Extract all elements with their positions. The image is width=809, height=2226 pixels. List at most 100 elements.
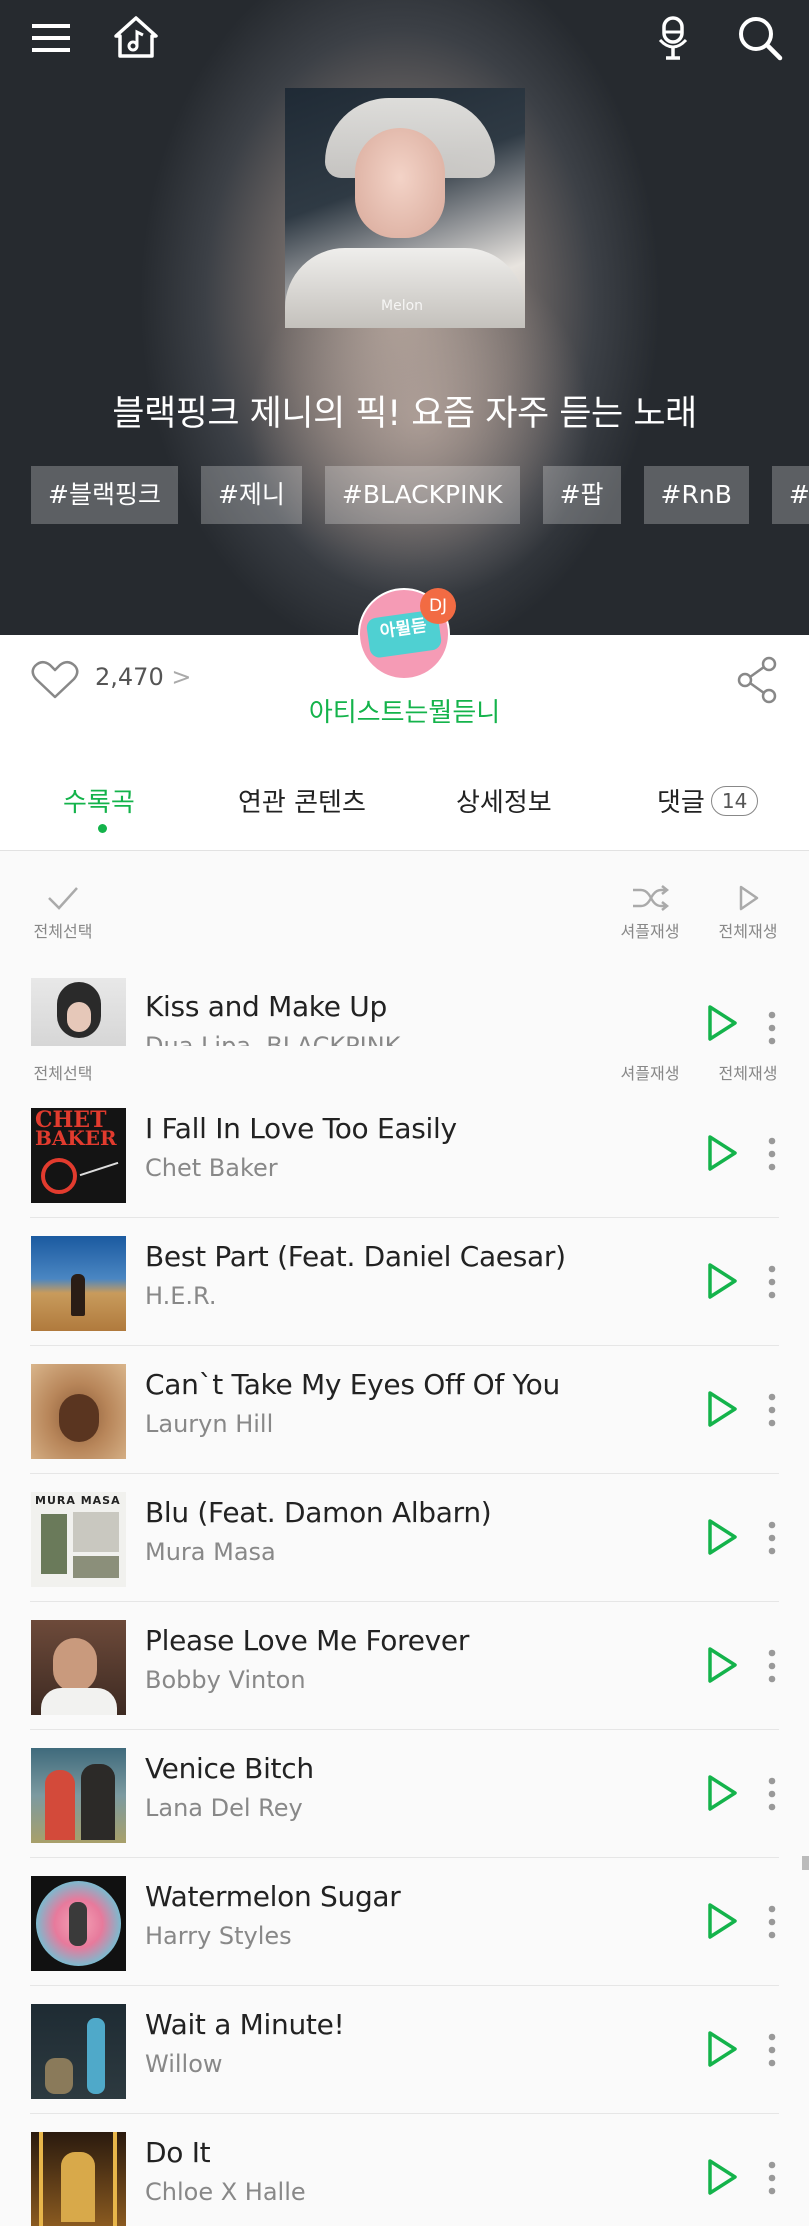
more-options-icon[interactable] — [764, 1392, 780, 1428]
tag-chip[interactable]: #블랙핑크 — [31, 466, 178, 524]
album-thumbnail: MURA MASA — [31, 1492, 126, 1587]
tab-comments[interactable]: 댓글 14 — [657, 782, 759, 819]
thumb-text: MURA MASA — [35, 1494, 121, 1507]
playlist-hero: Melon 블랙핑크 제니의 픽! 요즘 자주 듣는 노래 #블랙핑크 #제니 #B… — [0, 0, 809, 635]
play-icon[interactable] — [705, 1134, 739, 1172]
album-thumbnail — [31, 2132, 126, 2226]
track-row[interactable]: Wait a Minute! Willow — [0, 1986, 809, 2114]
track-artist: Mura Masa — [145, 1538, 276, 1566]
track-row[interactable]: Can`t Take My Eyes Off Of You Lauryn Hil… — [0, 1346, 809, 1474]
track-row[interactable]: Please Love Me Forever Bobby Vinton — [0, 1602, 809, 1730]
track-title: Do It — [145, 2136, 211, 2169]
tag-chip[interactable]: #sou — [771, 466, 809, 524]
more-options-icon[interactable] — [764, 1648, 780, 1684]
more-options-icon[interactable] — [764, 1264, 780, 1300]
track-title: Blu (Feat. Damon Albarn) — [145, 1496, 492, 1529]
track-artist: Willow — [145, 2050, 223, 2078]
music-home-icon[interactable] — [108, 10, 164, 66]
track-artist: Chloe X Halle — [145, 2178, 306, 2206]
album-thumbnail — [31, 978, 126, 1048]
album-thumbnail — [31, 1364, 126, 1459]
play-icon[interactable] — [705, 2158, 739, 2196]
tab-tracks[interactable]: 수록곡 — [63, 782, 135, 819]
play-icon[interactable] — [705, 1390, 739, 1428]
track-title: Venice Bitch — [145, 1752, 314, 1785]
shuffle-play-label: 셔플재생 — [620, 922, 680, 941]
album-thumbnail — [31, 1236, 126, 1331]
track-title: Can`t Take My Eyes Off Of You — [145, 1368, 560, 1401]
album-thumbnail — [31, 1620, 126, 1715]
tag-chip[interactable]: #RnB — [643, 466, 749, 524]
play-icon[interactable] — [705, 1646, 739, 1684]
dj-avatar[interactable]: 아뮐듣 DJ — [358, 588, 456, 680]
search-icon[interactable] — [732, 10, 788, 66]
play-all-button[interactable]: 전체재생 — [710, 1060, 786, 1084]
album-thumbnail — [31, 2004, 126, 2099]
album-thumbnail: CHET BAKER — [31, 1108, 126, 1203]
scroll-indicator[interactable] — [802, 1856, 809, 1870]
more-options-icon[interactable] — [764, 1776, 780, 1812]
track-row[interactable]: Do It Chloe X Halle — [0, 2114, 809, 2226]
check-icon — [48, 887, 78, 910]
play-icon[interactable] — [705, 1004, 739, 1042]
chevron-right-icon: > — [171, 663, 192, 691]
more-options-icon[interactable] — [764, 2032, 780, 2068]
play-all-label: 전체재생 — [718, 922, 778, 941]
track-artist: Chet Baker — [145, 1154, 278, 1182]
tag-chip[interactable]: #BLACKPINK — [324, 466, 520, 524]
tag-chip[interactable]: #제니 — [200, 466, 302, 524]
shuffle-play-button[interactable]: 셔플재생 — [612, 884, 688, 942]
track-artist: Lauryn Hill — [145, 1410, 274, 1438]
play-icon[interactable] — [705, 1902, 739, 1940]
track-title: Wait a Minute! — [145, 2008, 345, 2041]
comment-count-badge: 14 — [710, 786, 759, 816]
cover-art-shape — [285, 248, 525, 328]
more-options-icon[interactable] — [764, 1904, 780, 1940]
playlist-cover[interactable]: Melon — [285, 88, 525, 328]
track-row[interactable]: Watermelon Sugar Harry Styles — [0, 1858, 809, 1986]
like-count-link[interactable]: 2,470 > — [95, 663, 191, 691]
dj-badge: DJ — [420, 588, 456, 624]
play-icon[interactable] — [705, 1262, 739, 1300]
track-row[interactable]: Venice Bitch Lana Del Rey — [0, 1730, 809, 1858]
track-title: Best Part (Feat. Daniel Caesar) — [145, 1240, 566, 1273]
active-tab-indicator — [98, 824, 107, 833]
play-icon — [739, 885, 759, 911]
shuffle-icon — [633, 885, 669, 911]
more-options-icon[interactable] — [764, 1136, 780, 1172]
select-all-button[interactable]: 전체선택 — [26, 884, 100, 942]
track-row[interactable]: MURA MASA Blu (Feat. Damon Albarn) Mura … — [0, 1474, 809, 1602]
track-artist: Bobby Vinton — [145, 1666, 306, 1694]
tab-related-content[interactable]: 연관 콘텐츠 — [238, 782, 366, 819]
tab-details[interactable]: 상세정보 — [456, 782, 552, 819]
play-all-button[interactable]: 전체재생 — [710, 884, 786, 942]
play-icon[interactable] — [705, 1518, 739, 1556]
album-thumbnail — [31, 1748, 126, 1843]
more-options-icon[interactable] — [764, 1520, 780, 1556]
dj-name[interactable]: 아티스트는뭘듣니 — [0, 692, 809, 729]
tag-chip[interactable]: #팝 — [542, 466, 621, 524]
tag-list: #블랙핑크 #제니 #BLACKPINK #팝 #RnB #sou — [31, 466, 809, 524]
playlist-title: 블랙핑크 제니의 픽! 요즘 자주 듣는 노래 — [112, 394, 697, 434]
more-options-icon[interactable] — [764, 1010, 780, 1046]
track-row[interactable]: Kiss and Make Up Dua Lipa, BLACKPINK — [0, 960, 809, 1048]
track-title: Watermelon Sugar — [145, 1880, 401, 1913]
cover-watermark: Melon — [381, 298, 424, 314]
more-options-icon[interactable] — [764, 2160, 780, 2196]
play-icon[interactable] — [705, 2030, 739, 2068]
track-row[interactable]: CHET BAKER I Fall In Love Too Easily Che… — [0, 1090, 809, 1218]
microphone-icon[interactable] — [646, 10, 702, 66]
select-all-button[interactable]: 전체선택 — [26, 1060, 100, 1084]
track-row[interactable]: Best Part (Feat. Daniel Caesar) H.E.R. — [0, 1218, 809, 1346]
menu-icon[interactable] — [24, 10, 80, 66]
thumb-text: BAKER — [35, 1126, 117, 1150]
select-all-label: 전체선택 — [33, 922, 93, 941]
album-thumbnail — [31, 1876, 126, 1971]
play-icon[interactable] — [705, 1774, 739, 1812]
track-title: Please Love Me Forever — [145, 1624, 470, 1657]
track-title: I Fall In Love Too Easily — [145, 1112, 457, 1145]
tab-comments-label: 댓글 — [657, 788, 705, 818]
track-artist: H.E.R. — [145, 1282, 217, 1310]
track-artist: Harry Styles — [145, 1922, 292, 1950]
shuffle-play-button[interactable]: 셔플재생 — [612, 1060, 688, 1084]
